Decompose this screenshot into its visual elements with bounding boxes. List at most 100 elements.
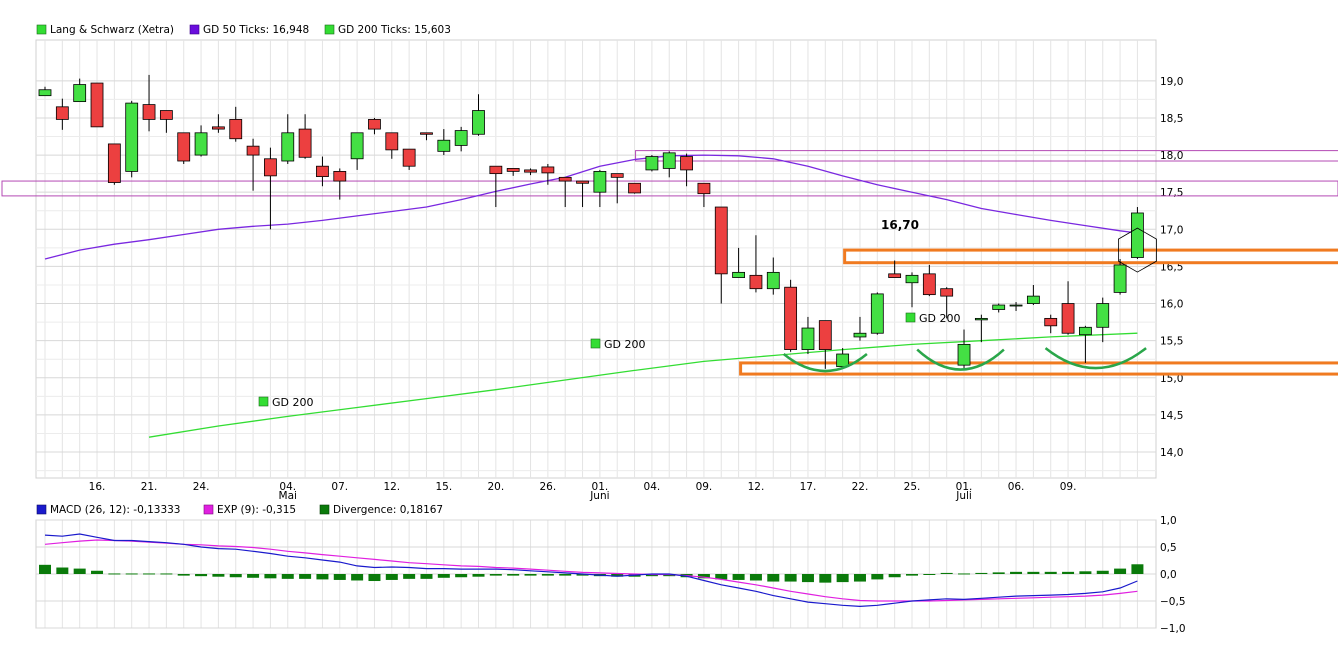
legend-label-gd200: GD 200 Ticks: 15,603 (338, 24, 451, 36)
divergence-bar (888, 574, 901, 578)
divergence-bar (455, 574, 468, 578)
x-tick-label: 17. (800, 481, 817, 493)
candle-body-up (662, 152, 676, 169)
x-tick-label: 04. (644, 481, 661, 493)
divergence-bar (1114, 568, 1127, 574)
divergence-bar (906, 574, 918, 576)
divergence-bar (940, 572, 953, 574)
divergence-bar (403, 574, 416, 579)
macd-y-tick-label: −1,0 (1160, 623, 1186, 635)
divergence-bar (801, 574, 814, 583)
divergence-bar (420, 574, 433, 579)
divergence-bar (264, 574, 277, 579)
candle-body-down (1061, 303, 1075, 334)
candle-body-down (940, 288, 954, 297)
legend-swatch-macd (36, 504, 47, 515)
legend-swatch-gd200 (324, 24, 335, 35)
macd-y-tick-label: 0,5 (1160, 542, 1177, 554)
divergence-bar (541, 574, 554, 576)
gd200-marker-icon (905, 312, 916, 323)
divergence-bar (1131, 564, 1144, 574)
candle-body-down (333, 170, 347, 182)
divergence-bar (975, 572, 988, 574)
price-plot-area (35, 39, 1157, 479)
divergence-bar (247, 574, 260, 578)
candle-body-up (593, 170, 607, 193)
legend-label-price: Lang & Schwarz (Xetra) (50, 24, 174, 36)
candle-body-down (385, 132, 399, 151)
candle-body-down (749, 274, 763, 290)
legend-label-exp: EXP (9): -0,315 (217, 504, 296, 516)
divergence-bar (73, 568, 86, 574)
y-tick-label: 17,0 (1160, 224, 1183, 236)
divergence-bar (1027, 571, 1040, 574)
candle-body-up (1131, 212, 1144, 258)
chart-canvas: Lang & Schwarz (Xetra) GD 50 Ticks: 16,9… (1, 24, 1338, 635)
legend-swatch-price (36, 24, 47, 35)
candle (784, 279, 798, 352)
candle-body-down (784, 286, 798, 350)
candle (628, 182, 641, 194)
candle-body-up (801, 327, 815, 350)
x-tick-label: 24. (193, 481, 210, 493)
divergence-bar (212, 574, 225, 577)
x-tick-label: 26. (540, 481, 557, 493)
divergence-bar (732, 574, 745, 580)
x-tick-label: 22. (852, 481, 869, 493)
candle-body-down (90, 82, 104, 128)
x-tick-label: 20. (487, 481, 504, 493)
candle-body-down (541, 166, 555, 174)
candle-body-down (888, 273, 902, 278)
candle-body-up (836, 353, 850, 368)
candle-body-down (368, 119, 381, 130)
candle-body-down (142, 104, 156, 120)
candle-body-up (73, 84, 87, 103)
legend-label-divergence: Divergence: 0,18167 (333, 504, 443, 516)
price-x-axis: 16. 21. 24. 04.Mai07. 12. 15. 20. 26. 01.Juni04.… (89, 481, 1077, 502)
x-tick-label: 09. (696, 481, 713, 493)
divergence-bar (177, 574, 190, 576)
candle (645, 155, 659, 172)
candle-body-down (506, 168, 520, 172)
legend-swatch-divergence (319, 504, 330, 515)
legend-label-macd: MACD (26, 12): -0,13333 (50, 504, 181, 516)
divergence-bar (992, 572, 1005, 574)
y-tick-label: 14,0 (1160, 447, 1183, 459)
candle-body-up (957, 343, 971, 366)
divergence-bar (281, 574, 294, 579)
candle-body-down (922, 273, 936, 296)
x-month-label: Mai (279, 490, 297, 502)
x-tick-label: 15. (435, 481, 452, 493)
x-tick-label: 12. (748, 481, 765, 493)
candle-body-up (194, 132, 208, 156)
divergence-bar (923, 574, 936, 575)
x-tick-label: 06. (1008, 481, 1025, 493)
divergence-bar (489, 574, 502, 576)
x-month-label: Juli (955, 490, 972, 502)
divergence-bar (472, 574, 485, 577)
macd-y-tick-label: 1,0 (1160, 515, 1177, 527)
annotation-gd200-3: GD 200 (919, 312, 961, 325)
candle-body-down (576, 180, 589, 184)
candle-body-down (489, 165, 503, 175)
candle-body-down (316, 165, 329, 177)
candle-body-down (714, 206, 728, 275)
divergence-bar (385, 574, 398, 580)
candle-body-down (628, 182, 641, 194)
macd-panel: MACD (26, 12): -0,13333 EXP (9): -0,315 … (35, 504, 1186, 635)
divergence-bar (91, 570, 104, 574)
y-tick-label: 19,0 (1160, 76, 1183, 88)
candle-body-down (524, 169, 537, 173)
candle-body-down (107, 143, 121, 183)
candle (107, 143, 121, 185)
candle-body-up (766, 271, 780, 290)
candle-body-down (159, 110, 173, 120)
candle-body-up (870, 293, 884, 334)
y-tick-label: 15,5 (1160, 336, 1183, 348)
candle-body-down (177, 132, 191, 162)
candle-body-down (211, 126, 225, 130)
gd200-marker-icon (590, 338, 601, 349)
candle (90, 82, 104, 128)
candle-body-up (1026, 295, 1040, 304)
candle (125, 100, 139, 178)
